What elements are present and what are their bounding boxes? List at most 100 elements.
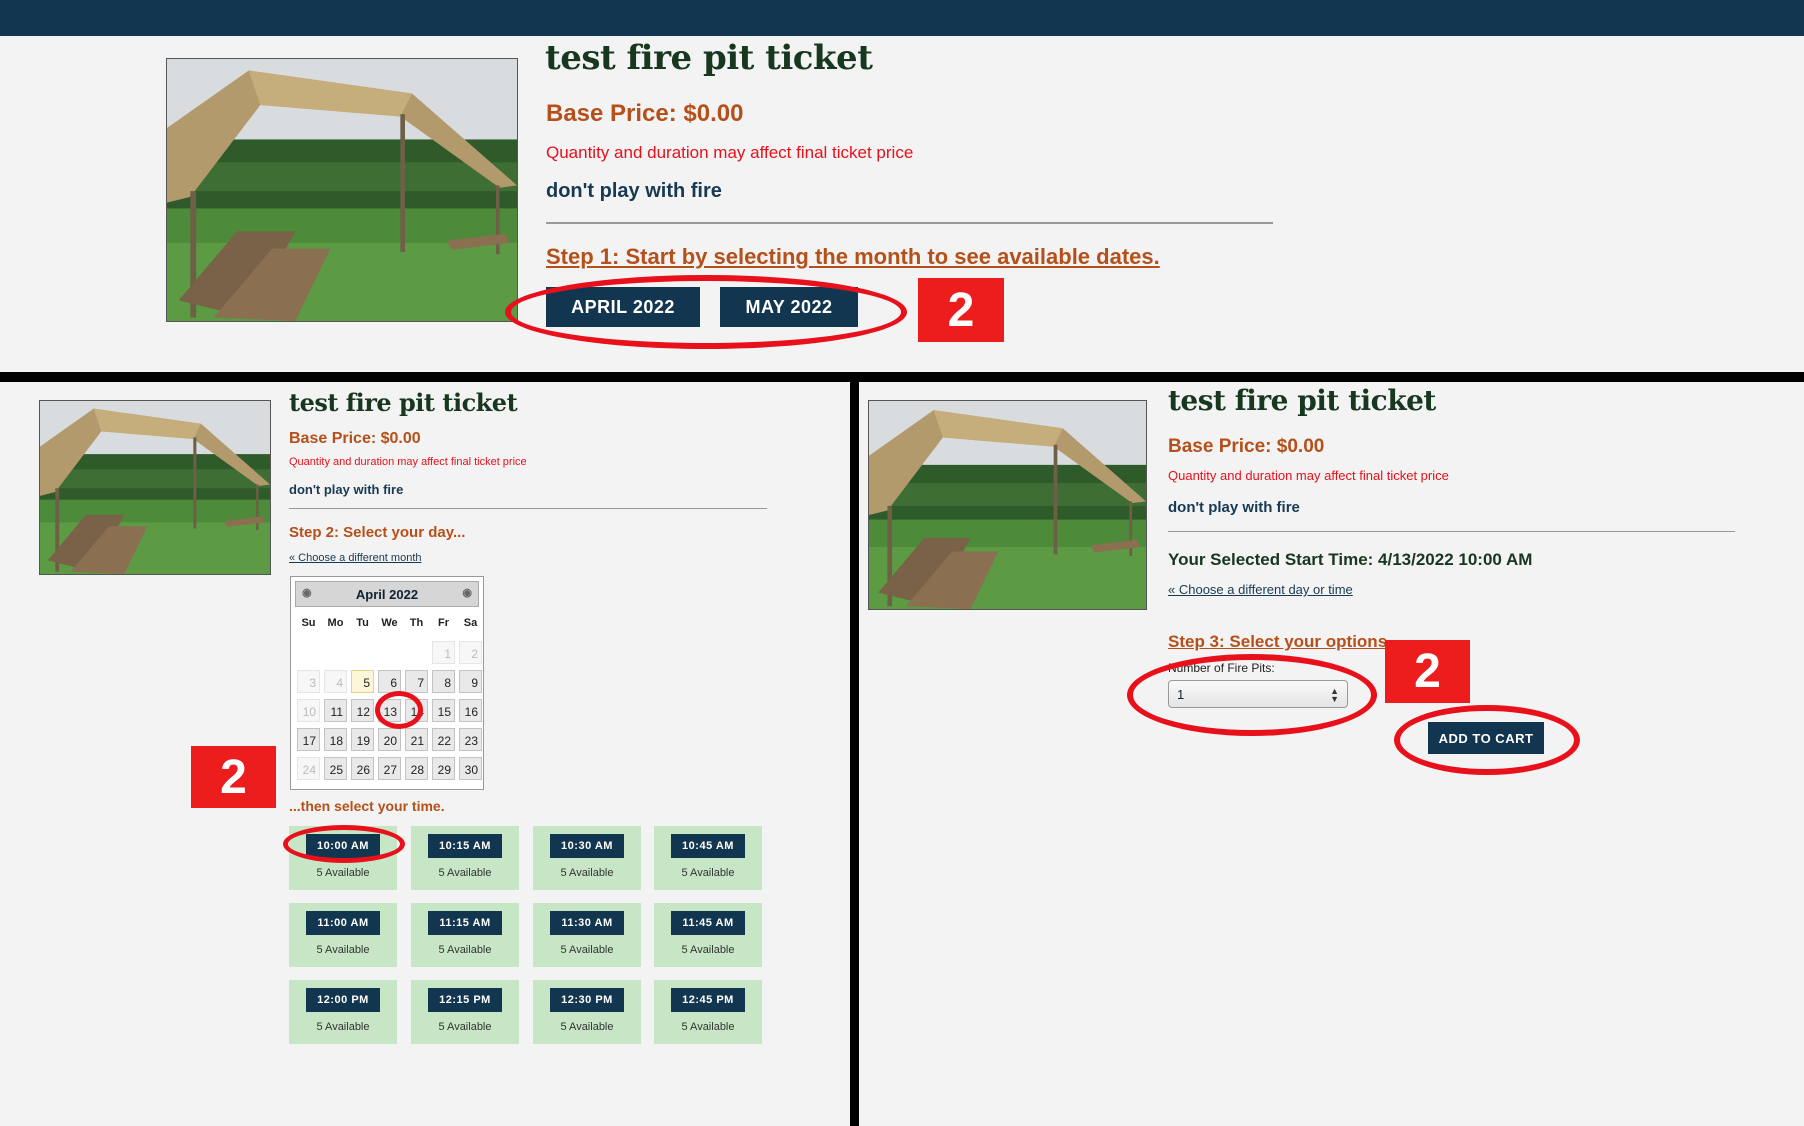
time-slot-button[interactable]: 10:30 AM <box>550 834 624 858</box>
calendar-day-18[interactable]: 18 <box>324 728 347 751</box>
calendar-month-label: April 2022 <box>355 586 419 602</box>
calendar-day-14[interactable]: 14 <box>405 699 428 722</box>
annotation-badge: 2 <box>1385 640 1470 703</box>
calendar-day-28[interactable]: 28 <box>405 757 428 780</box>
up-down-arrows-icon: ▲ ▼ <box>1330 686 1339 704</box>
calendar-day-13[interactable]: 13 <box>378 699 401 722</box>
time-slot: 11:00 AM 5 Available <box>289 903 397 967</box>
calendar-day-8[interactable]: 8 <box>432 670 455 693</box>
product-photo <box>868 400 1147 610</box>
fire-pits-value: 1 <box>1177 686 1185 702</box>
step1-heading: Step 1: Start by selecting the month to … <box>546 244 1160 269</box>
calendar-day-1: 1 <box>432 641 455 664</box>
weekday-header: Fr <box>438 617 449 629</box>
time-slot-button[interactable]: 12:00 PM <box>306 988 380 1012</box>
weekday-header: Sa <box>463 617 478 629</box>
time-slot: 11:30 AM 5 Available <box>533 903 641 967</box>
calendar-day-19[interactable]: 19 <box>351 728 374 751</box>
calendar-day-25[interactable]: 25 <box>324 757 347 780</box>
time-slot: 11:45 AM 5 Available <box>654 903 762 967</box>
weekday-header: Tu <box>356 617 369 629</box>
choose-different-month-link[interactable]: « Choose a different month <box>289 552 422 564</box>
top-navigation-bar <box>0 0 1804 36</box>
month-april-button[interactable]: APRIL 2022 <box>546 287 700 327</box>
step2-heading: Step 2: Select your day... <box>289 524 466 541</box>
time-slot-button[interactable]: 12:30 PM <box>550 988 624 1012</box>
fire-pits-label: Number of Fire Pits: <box>1168 661 1275 675</box>
canopy-picnic-photo-icon <box>869 401 1146 609</box>
availability-label: 5 Available <box>681 1021 735 1033</box>
time-slot-button[interactable]: 11:15 AM <box>428 911 502 935</box>
time-slot: 12:30 PM 5 Available <box>533 980 641 1044</box>
calendar-day-12[interactable]: 12 <box>351 699 374 722</box>
calendar-day-11[interactable]: 11 <box>324 699 347 722</box>
time-slot-button[interactable]: 10:00 AM <box>306 834 380 858</box>
calendar-day-3: 3 <box>297 670 320 693</box>
weekday-header: We <box>381 617 398 629</box>
calendar-day-5[interactable]: 5 <box>351 670 374 693</box>
prev-month-icon[interactable]: ◉ <box>302 586 312 599</box>
choose-different-day-link[interactable]: « Choose a different day or time <box>1168 582 1353 597</box>
calendar-day-6[interactable]: 6 <box>378 670 401 693</box>
panel-divider-horizontal <box>0 372 1804 382</box>
annotation-badge: 2 <box>191 746 276 808</box>
calendar-day-21[interactable]: 21 <box>405 728 428 751</box>
calendar-day-9[interactable]: 9 <box>459 670 482 693</box>
product-description: don't play with fire <box>289 482 404 497</box>
time-slot: 12:15 PM 5 Available <box>411 980 519 1044</box>
weekday-header: Th <box>409 617 424 629</box>
next-month-icon[interactable]: ◉ <box>462 586 472 599</box>
time-slot: 10:15 AM 5 Available <box>411 826 519 890</box>
step3-heading: Step 3: Select your options <box>1168 632 1388 651</box>
canopy-picnic-photo-icon <box>40 401 270 574</box>
time-slot: 12:00 PM 5 Available <box>289 980 397 1044</box>
add-to-cart-button[interactable]: ADD TO CART <box>1428 722 1544 754</box>
selected-start-time: Your Selected Start Time: 4/13/2022 10:0… <box>1168 550 1533 569</box>
time-slot-button[interactable]: 11:00 AM <box>306 911 380 935</box>
time-slot-button[interactable]: 11:45 AM <box>671 911 745 935</box>
calendar-day-22[interactable]: 22 <box>432 728 455 751</box>
time-slot-button[interactable]: 10:15 AM <box>428 834 502 858</box>
time-slot: 12:45 PM 5 Available <box>654 980 762 1044</box>
price-note: Quantity and duration may affect final t… <box>546 143 914 162</box>
product-description: don't play with fire <box>1168 499 1300 516</box>
calendar-day-27[interactable]: 27 <box>378 757 401 780</box>
time-slot-button[interactable]: 10:45 AM <box>671 834 745 858</box>
calendar-day-29[interactable]: 29 <box>432 757 455 780</box>
base-price: Base Price: $0.00 <box>1168 436 1325 457</box>
divider <box>1168 531 1735 532</box>
calendar-day-26[interactable]: 26 <box>351 757 374 780</box>
product-photo <box>39 400 271 575</box>
availability-label: 5 Available <box>316 944 370 956</box>
time-slot-button[interactable]: 12:45 PM <box>671 988 745 1012</box>
calendar-day-17[interactable]: 17 <box>297 728 320 751</box>
weekday-header: Mo <box>327 617 344 629</box>
calendar-day-4: 4 <box>324 670 347 693</box>
time-slot: 10:30 AM 5 Available <box>533 826 641 890</box>
calendar-day-30[interactable]: 30 <box>459 757 482 780</box>
availability-label: 5 Available <box>316 867 370 879</box>
time-slot-button[interactable]: 12:15 PM <box>428 988 502 1012</box>
availability-label: 5 Available <box>438 1021 492 1033</box>
time-heading: ...then select your time. <box>289 798 445 814</box>
calendar-day-15[interactable]: 15 <box>432 699 455 722</box>
month-may-button[interactable]: MAY 2022 <box>720 287 858 327</box>
availability-label: 5 Available <box>681 867 735 879</box>
product-title: test fire pit ticket <box>545 38 873 78</box>
calendar-day-7[interactable]: 7 <box>405 670 428 693</box>
availability-label: 5 Available <box>560 944 614 956</box>
fire-pits-select[interactable]: 1 ▲ ▼ <box>1168 680 1348 708</box>
annotation-badge: 2 <box>918 278 1004 342</box>
calendar-day-23[interactable]: 23 <box>459 728 482 751</box>
product-photo <box>166 58 518 322</box>
time-slot-button[interactable]: 11:30 AM <box>550 911 624 935</box>
panel-divider-vertical <box>850 378 859 1126</box>
product-description: don't play with fire <box>546 180 722 202</box>
time-slot: 10:45 AM 5 Available <box>654 826 762 890</box>
calendar-day-16[interactable]: 16 <box>459 699 482 722</box>
calendar-day-20[interactable]: 20 <box>378 728 401 751</box>
weekday-header: Su <box>301 617 316 629</box>
product-title: test fire pit ticket <box>1168 384 1436 417</box>
availability-label: 5 Available <box>681 944 735 956</box>
price-note: Quantity and duration may affect final t… <box>289 456 527 468</box>
